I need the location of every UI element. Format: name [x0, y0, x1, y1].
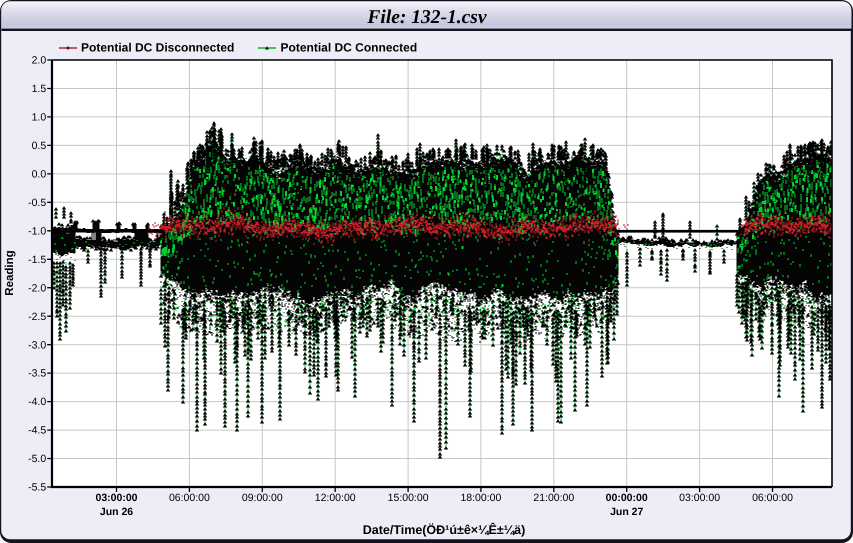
svg-text:00:00:00: 00:00:00 — [606, 492, 648, 504]
svg-text:03:00:00: 03:00:00 — [679, 492, 720, 504]
svg-text:-2.0: -2.0 — [28, 282, 46, 294]
svg-text:Potential DC Disconnected: Potential DC Disconnected — [81, 41, 234, 55]
svg-text:Potential DC Connected: Potential DC Connected — [281, 41, 418, 55]
svg-text:Reading: Reading — [4, 250, 16, 295]
svg-text:-4.0: -4.0 — [28, 396, 46, 408]
svg-text:-3.0: -3.0 — [28, 339, 46, 351]
svg-text:Jun 26: Jun 26 — [100, 506, 133, 518]
svg-text:Jun 27: Jun 27 — [610, 506, 643, 518]
svg-text:06:00:00: 06:00:00 — [169, 492, 210, 504]
svg-text:-2.5: -2.5 — [28, 311, 46, 323]
svg-text:-1.0: -1.0 — [28, 225, 46, 237]
svg-text:-3.5: -3.5 — [28, 368, 46, 380]
svg-text:1.5: 1.5 — [32, 83, 47, 95]
svg-text:-4.5: -4.5 — [28, 425, 46, 437]
svg-text:21:00:00: 21:00:00 — [533, 492, 574, 504]
svg-text:18:00:00: 18:00:00 — [460, 492, 501, 504]
svg-text:-1.5: -1.5 — [28, 254, 46, 266]
svg-text:15:00:00: 15:00:00 — [388, 492, 429, 504]
svg-text:-0.5: -0.5 — [28, 197, 46, 209]
svg-text:0.0: 0.0 — [32, 169, 47, 181]
svg-text:09:00:00: 09:00:00 — [242, 492, 283, 504]
svg-text:06:00:00: 06:00:00 — [752, 492, 793, 504]
svg-text:-5.0: -5.0 — [28, 453, 46, 465]
svg-text:1.0: 1.0 — [32, 112, 47, 124]
svg-text:03:00:00: 03:00:00 — [95, 492, 137, 504]
svg-text:-5.5: -5.5 — [28, 482, 46, 494]
svg-text:0.5: 0.5 — [32, 140, 47, 152]
svg-text:2.0: 2.0 — [32, 55, 47, 67]
svg-text:Date/Time(ÖÐ¹ú±ê×¼Ê±¼ä): Date/Time(ÖÐ¹ú±ê×¼Ê±¼ä) — [363, 522, 526, 537]
svg-text:12:00:00: 12:00:00 — [315, 492, 356, 504]
svg-text:File: 132-1.csv: File: 132-1.csv — [366, 7, 486, 28]
